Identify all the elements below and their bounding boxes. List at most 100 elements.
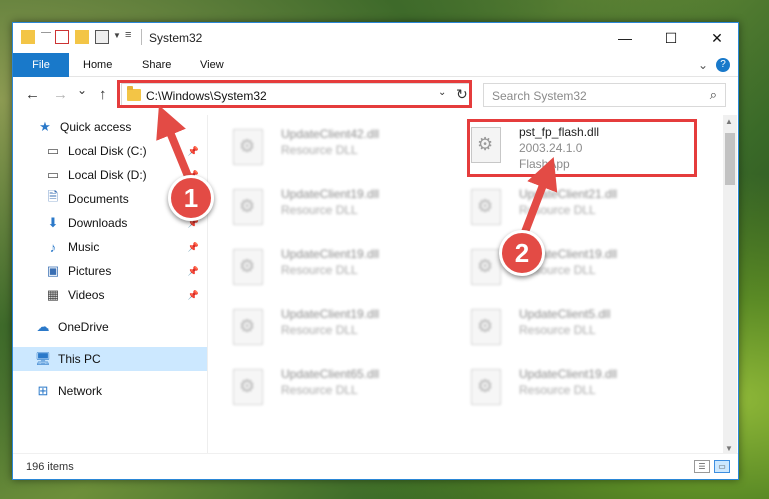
dll-file-icon (233, 129, 263, 165)
drive-icon: ▭ (46, 143, 60, 158)
dll-file-icon (471, 309, 501, 345)
back-arrow-icon[interactable]: ← (25, 86, 40, 103)
sidebar-item-label: This PC (58, 352, 101, 366)
sidebar-item-label: Documents (68, 192, 129, 206)
file-tile[interactable]: UpdateClient42.dll Resource DLL (209, 119, 429, 175)
sidebar-item-label: Local Disk (C:) (68, 144, 147, 158)
details-view-button[interactable]: ☰ (694, 460, 710, 473)
file-type: Resource DLL (281, 143, 358, 157)
step-1-badge: 1 (168, 175, 214, 221)
file-type: Resource DLL (519, 323, 596, 337)
tab-home[interactable]: Home (83, 53, 112, 77)
file-name: UpdateClient21.dll (519, 187, 618, 201)
chevron-down-icon[interactable]: ▼ (113, 31, 121, 40)
toolbar-menu-icon[interactable]: ≡ (125, 29, 131, 41)
computer-icon: 🖥 (34, 351, 52, 366)
sidebar-item-label: Pictures (68, 264, 112, 278)
dll-file-icon (233, 249, 263, 285)
sidebar-item-this-pc[interactable]: 🖥 This PC (13, 347, 207, 371)
forward-arrow-icon[interactable]: → (53, 86, 68, 103)
file-highlight (467, 119, 697, 177)
scrollbar-thumb[interactable] (725, 133, 735, 185)
star-icon: ★ (39, 119, 51, 134)
file-tile[interactable]: UpdateClient5.dll Resource DLL (447, 299, 667, 355)
sidebar-item-quick-access[interactable]: ★ Quick access (13, 115, 207, 139)
sidebar-item-videos[interactable]: ▦ Videos 📌 (13, 283, 207, 307)
properties-icon[interactable] (55, 30, 69, 44)
window-title: System32 (149, 31, 203, 45)
drive-icon: ▭ (46, 167, 60, 182)
scroll-up-icon[interactable]: ▲ (725, 117, 733, 126)
sidebar-item-network[interactable]: ⊞ Network (13, 379, 207, 403)
search-placeholder: Search System32 (492, 89, 587, 103)
sidebar-item-label: Local Disk (D:) (68, 168, 147, 182)
recent-locations-icon[interactable]: ⌄ (77, 83, 87, 97)
network-icon: ⊞ (37, 383, 49, 398)
file-name: UpdateClient19.dll (281, 307, 380, 321)
file-name: UpdateClient19.dll (281, 247, 380, 261)
file-tile[interactable]: UpdateClient19.dll Resource DLL (209, 299, 429, 355)
sidebar-item-label: Network (58, 384, 103, 398)
file-type: Resource DLL (519, 383, 596, 397)
pin-icon: 📌 (187, 241, 199, 252)
navigation-pane: ★ Quick access ▭ Local Disk (C:) 📌 ▭ Loc… (13, 115, 207, 455)
maximize-button[interactable]: ☐ (648, 23, 694, 53)
file-name: UpdateClient5.dll (519, 307, 611, 321)
file-name: UpdateClient19.dll (281, 187, 380, 201)
sidebar-item-music[interactable]: ♪ Music 📌 (13, 235, 207, 259)
scroll-down-icon[interactable]: ▼ (725, 444, 733, 453)
dll-file-icon (233, 189, 263, 225)
downloads-icon: ⬇ (47, 215, 59, 230)
sidebar-item-label: Videos (68, 288, 105, 302)
dll-file-icon (233, 369, 263, 405)
address-bar-highlight (117, 80, 472, 108)
sidebar-item-label: Music (68, 240, 100, 254)
sidebar-item-local-disk-c[interactable]: ▭ Local Disk (C:) 📌 (13, 139, 207, 163)
new-folder-icon[interactable] (75, 30, 89, 44)
sidebar-item-pictures[interactable]: ▣ Pictures 📌 (13, 259, 207, 283)
folder-icon (21, 30, 35, 44)
dll-file-icon (471, 189, 501, 225)
file-tile[interactable]: UpdateClient19.dll Resource DLL (209, 239, 429, 295)
title-bar: ▼ ≡ System32 — ☐ ✕ (13, 23, 738, 53)
up-arrow-icon[interactable]: ↑ (99, 86, 107, 103)
file-type: Resource DLL (519, 203, 596, 217)
file-type: Resource DLL (281, 263, 358, 277)
pane-divider[interactable] (207, 115, 208, 455)
search-icon[interactable]: ⌕ (710, 87, 717, 103)
dll-file-icon (471, 369, 501, 405)
documents-icon: 🗎 (47, 189, 59, 204)
file-name: UpdateClient42.dll (281, 127, 380, 141)
tab-share[interactable]: Share (142, 53, 171, 77)
file-tile[interactable]: UpdateClient19.dll Resource DLL (209, 179, 429, 235)
sidebar-item-label: Downloads (68, 216, 128, 230)
separator (41, 32, 51, 33)
file-name: UpdateClient19.dll (519, 367, 618, 381)
file-type: Resource DLL (281, 203, 358, 217)
search-input[interactable]: Search System32 ⌕ (483, 83, 726, 107)
vertical-scrollbar[interactable]: ▲ ▼ (723, 115, 737, 455)
dll-file-icon (471, 249, 501, 285)
sidebar-item-onedrive[interactable]: ☁ OneDrive (13, 315, 207, 339)
large-icons-view-button[interactable]: ▭ (714, 460, 730, 473)
help-icon[interactable]: ? (716, 58, 730, 72)
tab-view[interactable]: View (200, 53, 224, 77)
dll-file-icon (233, 309, 263, 345)
videos-icon: ▦ (46, 287, 60, 302)
tab-file[interactable]: File (13, 53, 69, 77)
close-button[interactable]: ✕ (694, 23, 740, 53)
customize-toolbar-icon[interactable] (95, 30, 109, 44)
file-name: UpdateClient65.dll (281, 367, 380, 381)
cloud-icon: ☁ (36, 319, 50, 334)
file-type: Resource DLL (281, 383, 358, 397)
sidebar-item-label: Quick access (60, 120, 132, 134)
file-tile[interactable]: UpdateClient19.dll Resource DLL (447, 239, 667, 295)
file-tile[interactable]: UpdateClient65.dll Resource DLL (209, 359, 429, 415)
minimize-button[interactable]: — (602, 23, 648, 53)
file-tile[interactable]: UpdateClient19.dll Resource DLL (447, 359, 667, 415)
pin-icon: 📌 (187, 265, 199, 276)
music-icon: ♪ (49, 239, 57, 255)
file-tile[interactable]: UpdateClient21.dll Resource DLL (447, 179, 667, 235)
chevron-down-icon[interactable]: ⌄ (698, 58, 708, 72)
file-type: Resource DLL (281, 323, 358, 337)
